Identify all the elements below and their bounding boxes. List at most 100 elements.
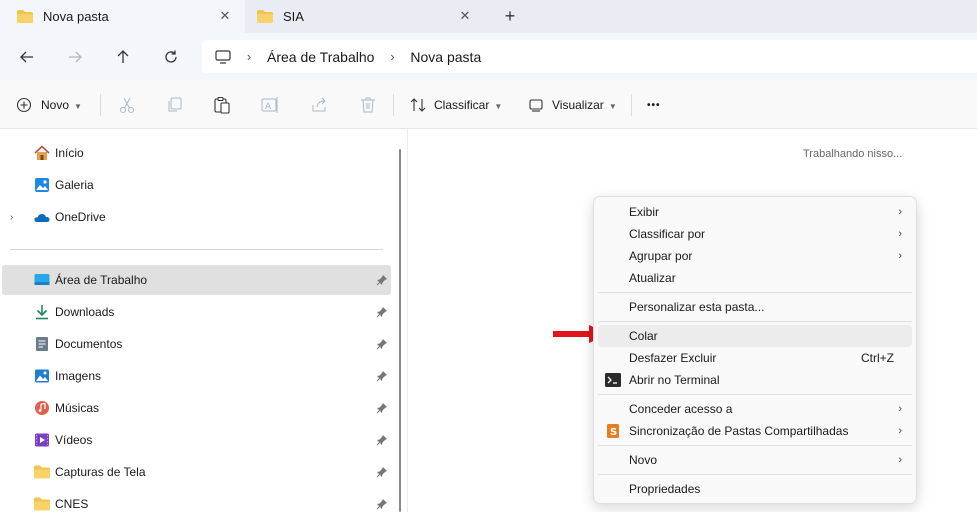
menu-item-sort-by[interactable]: Classificar por › — [598, 223, 912, 245]
music-icon — [35, 401, 49, 415]
pin-icon[interactable] — [376, 434, 388, 446]
menu-item-customize-folder[interactable]: Personalizar esta pasta... — [598, 296, 912, 318]
new-label: Novo — [41, 98, 70, 112]
chevron-down-icon: ▼ — [74, 101, 82, 111]
videos-icon — [35, 433, 49, 447]
navigation-pane: Início Galeria › OneDrive Área de Trabal… — [0, 129, 408, 512]
menu-item-open-terminal[interactable]: Abrir no Terminal — [598, 369, 912, 391]
pictures-icon — [35, 369, 49, 383]
chevron-right-icon: › — [898, 206, 902, 218]
tab-nova-pasta[interactable]: Nova pasta ✕ — [0, 0, 245, 33]
more-options-button[interactable]: ••• — [647, 92, 661, 118]
close-tab-icon[interactable]: ✕ — [217, 8, 233, 24]
chevron-down-icon: ▼ — [494, 101, 503, 111]
sort-button[interactable]: Classificar ▼ — [410, 92, 502, 118]
sync-icon: S — [607, 424, 619, 438]
pin-icon[interactable] — [376, 306, 388, 318]
sidebar-item-documents[interactable]: Documentos — [0, 329, 390, 359]
folder-icon — [17, 10, 33, 23]
pin-icon[interactable] — [376, 466, 388, 478]
sidebar-item-screenshots[interactable]: Capturas de Tela — [0, 457, 390, 487]
menu-item-properties[interactable]: Propriedades — [598, 478, 912, 500]
menu-item-new[interactable]: Novo › — [598, 449, 912, 471]
folder-icon — [257, 10, 273, 23]
pin-icon[interactable] — [376, 274, 388, 286]
menu-item-label: Classificar por — [629, 227, 706, 241]
new-tab-button[interactable]: + — [500, 7, 520, 27]
pin-icon[interactable] — [376, 370, 388, 382]
breadcrumb-desktop[interactable]: Área de Trabalho — [267, 49, 374, 65]
svg-text:S: S — [610, 427, 617, 438]
menu-separator — [598, 445, 912, 446]
sidebar-item-label: Capturas de Tela — [55, 465, 146, 479]
pin-icon[interactable] — [376, 402, 388, 414]
tab-sia[interactable]: SIA ✕ — [245, 0, 485, 33]
sidebar-item-onedrive[interactable]: › OneDrive — [0, 202, 390, 232]
rename-icon[interactable]: A — [260, 95, 280, 115]
close-tab-icon[interactable]: ✕ — [457, 8, 473, 24]
gallery-icon — [35, 178, 49, 192]
divider — [100, 94, 101, 116]
menu-item-label: Personalizar esta pasta... — [629, 300, 765, 314]
share-icon[interactable] — [310, 95, 330, 115]
chevron-right-icon: › — [898, 403, 902, 415]
menu-item-label: Abrir no Terminal — [629, 373, 720, 387]
cut-icon[interactable] — [117, 95, 137, 115]
sidebar-item-label: Área de Trabalho — [55, 273, 148, 287]
divider — [10, 249, 383, 250]
status-text: Trabalhando nisso... — [803, 148, 903, 160]
menu-item-give-access[interactable]: Conceder acesso a › — [598, 398, 912, 420]
menu-item-label: Colar — [629, 329, 658, 343]
refresh-button[interactable] — [159, 45, 183, 69]
folder-icon — [34, 497, 50, 511]
forward-button[interactable] — [63, 45, 87, 69]
context-menu: Exibir › Classificar por › Agrupar por ›… — [593, 196, 917, 504]
chevron-right-icon: › — [898, 454, 902, 466]
menu-item-view[interactable]: Exibir › — [598, 201, 912, 223]
chevron-right-icon: › — [246, 49, 252, 64]
sidebar-item-home[interactable]: Início — [0, 138, 390, 168]
computer-icon — [215, 49, 231, 64]
menu-separator — [598, 474, 912, 475]
new-button[interactable]: Novo ▼ — [16, 92, 82, 118]
menu-item-label: Desfazer Excluir — [629, 351, 717, 365]
sidebar-item-pictures[interactable]: Imagens — [0, 361, 390, 391]
breadcrumb-current[interactable]: Nova pasta — [410, 49, 481, 65]
view-label: Visualizar — [552, 98, 604, 112]
delete-icon[interactable] — [358, 95, 378, 115]
menu-item-refresh[interactable]: Atualizar — [598, 267, 912, 289]
back-button[interactable] — [15, 45, 39, 69]
sidebar-item-gallery[interactable]: Galeria — [0, 170, 390, 200]
address-row: › Área de Trabalho › Nova pasta — [0, 33, 977, 80]
chevron-right-icon: › — [898, 250, 902, 262]
menu-item-paste[interactable]: Colar — [598, 325, 912, 347]
sidebar-scrollbar[interactable] — [399, 149, 401, 512]
folder-icon — [34, 465, 50, 479]
chevron-right-icon[interactable]: › — [10, 212, 13, 223]
menu-separator — [598, 321, 912, 322]
sidebar-item-cnes[interactable]: CNES — [0, 489, 390, 512]
view-button[interactable]: Visualizar ▼ — [529, 92, 617, 118]
up-button[interactable] — [111, 45, 135, 69]
pin-icon[interactable] — [376, 498, 388, 510]
sidebar-item-videos[interactable]: Vídeos — [0, 425, 390, 455]
menu-item-label: Novo — [629, 453, 658, 467]
menu-item-label: Agrupar por — [629, 249, 693, 263]
chevron-right-icon: › — [390, 49, 395, 64]
sidebar-item-label: CNES — [55, 497, 89, 511]
menu-item-sync-shared-folders[interactable]: S Sincronização de Pastas Compartilhadas… — [598, 420, 912, 442]
menu-item-group-by[interactable]: Agrupar por › — [598, 245, 912, 267]
menu-item-undo-delete[interactable]: Desfazer Excluir Ctrl+Z — [598, 347, 912, 369]
terminal-icon — [605, 373, 621, 387]
tab-label: SIA — [283, 9, 304, 24]
address-bar[interactable]: › Área de Trabalho › Nova pasta — [202, 40, 977, 73]
shortcut-label: Ctrl+Z — [861, 351, 894, 365]
pin-icon[interactable] — [376, 338, 388, 350]
paste-icon[interactable] — [212, 95, 232, 115]
sidebar-item-desktop[interactable]: Área de Trabalho — [2, 265, 391, 295]
sort-label: Classificar — [434, 98, 490, 112]
sidebar-item-music[interactable]: Músicas — [0, 393, 390, 423]
arrow-up-icon — [117, 50, 129, 63]
copy-icon[interactable] — [165, 95, 185, 115]
sidebar-item-downloads[interactable]: Downloads — [0, 297, 390, 327]
